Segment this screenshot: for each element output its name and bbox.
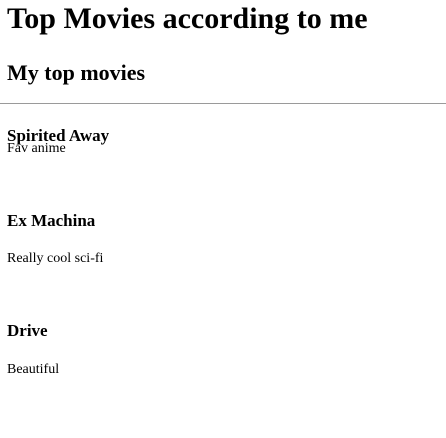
movie-title: Ex Machina xyxy=(7,211,96,230)
movie-title: Drive xyxy=(7,321,48,340)
divider xyxy=(0,103,446,104)
movie-description: Fav anime xyxy=(7,141,66,156)
movie-description: Beautiful xyxy=(7,362,60,377)
movie-description: Really cool sci-fi xyxy=(7,251,104,266)
page-title: Top Movies according to me xyxy=(7,2,368,35)
section-heading: My top movies xyxy=(7,60,146,85)
